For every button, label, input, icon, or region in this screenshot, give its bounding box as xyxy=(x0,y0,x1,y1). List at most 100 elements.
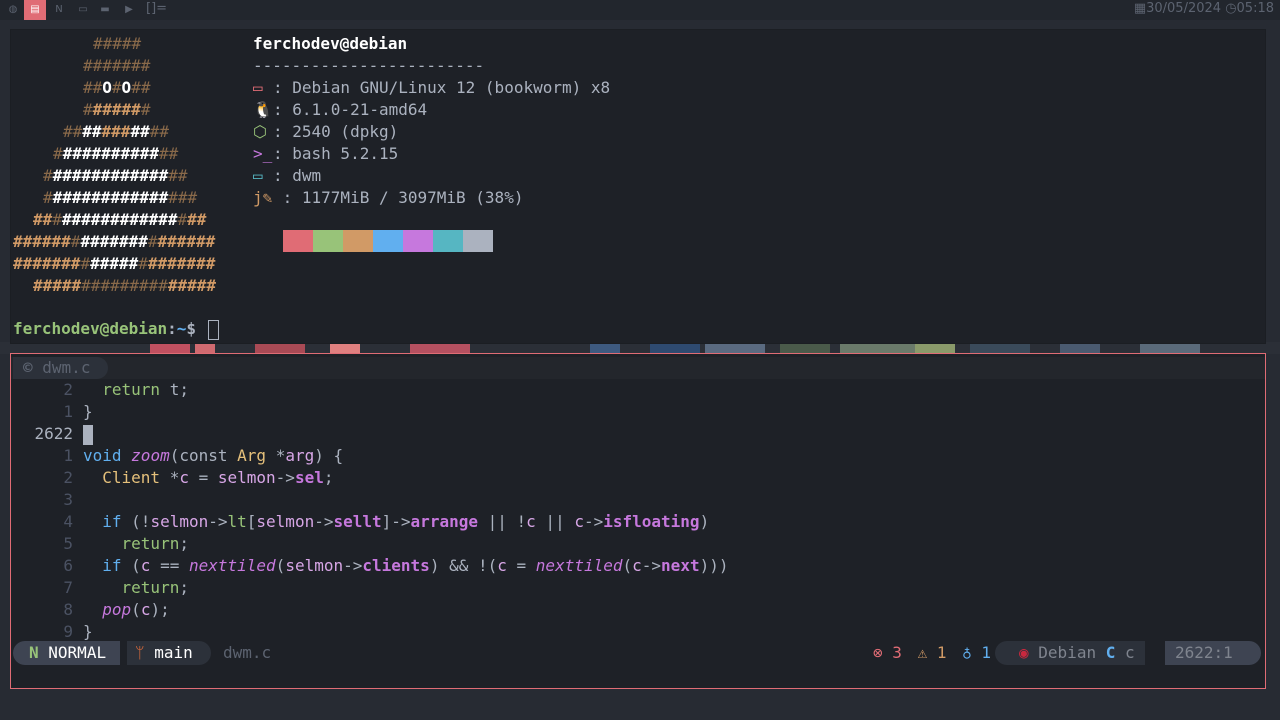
code-token: if xyxy=(102,556,122,575)
hint-icon: ♁ xyxy=(962,643,972,662)
line-number: 1 xyxy=(63,446,73,465)
time-text: 05:18 xyxy=(1236,1,1274,16)
terminal-window[interactable]: ##### ####### ##O#O## ####### ########### ###… xyxy=(10,29,1266,344)
neovim-icon[interactable]: N xyxy=(48,0,70,20)
info-value: : 6.1.0-21-amd64 xyxy=(273,100,428,119)
code-line[interactable]: 3 xyxy=(11,489,83,511)
info-line: >_: bash 5.2.15 xyxy=(253,143,398,165)
mode-label: NORMAL xyxy=(48,643,107,662)
os-indicator: ◉ Debian C c xyxy=(995,641,1145,665)
line-number: 4 xyxy=(63,512,73,531)
neofetch-title: ferchodev@debian xyxy=(253,33,407,55)
prompt-path: ~ xyxy=(176,319,187,338)
code-token: = xyxy=(188,468,218,487)
info-value: : 1177MiB / 3097MiB (38%) xyxy=(273,188,524,207)
c-language-icon: C xyxy=(1105,643,1116,662)
code-token: || xyxy=(535,512,575,531)
code-token: c xyxy=(179,468,189,487)
chat-icon[interactable]: ▭ xyxy=(72,0,94,20)
code-line[interactable]: 6 if (c == nexttiled(selmon->clients) &&… xyxy=(11,555,728,577)
code-token: return xyxy=(102,380,161,399)
code-line[interactable]: 8 pop(c); xyxy=(11,599,169,621)
code-token: = xyxy=(506,556,536,575)
code-token: ; xyxy=(179,534,189,553)
color-swatch xyxy=(433,230,463,252)
code-token: next xyxy=(661,556,700,575)
cursor-position: 2622:1 xyxy=(1165,641,1261,665)
shell-prompt[interactable]: ferchodev@debian:~$ xyxy=(13,318,219,340)
code-token: Arg xyxy=(237,446,267,465)
file-icon[interactable]: ▤ xyxy=(24,0,46,20)
code-line[interactable]: 2 return t; xyxy=(11,379,189,401)
info-value: : dwm xyxy=(273,166,322,185)
code-token: ; xyxy=(323,468,334,487)
clock: ▦30/05/2024 ◷05:18 xyxy=(1134,1,1274,16)
code-token: ) && !( xyxy=(429,556,498,575)
code-token: isfloating xyxy=(603,512,700,531)
code-token: } xyxy=(83,402,93,421)
info-value: : bash 5.2.15 xyxy=(273,144,399,163)
clock-icon: ◷ xyxy=(1225,1,1237,16)
mode-indicator: N NORMAL xyxy=(13,641,121,665)
code-token: sellt xyxy=(333,512,382,531)
code-token: -> xyxy=(641,556,662,575)
globe-icon[interactable]: ◍ xyxy=(2,0,24,20)
code-token: -> xyxy=(208,512,228,531)
code-token: zoom xyxy=(131,446,170,465)
buffer-tab[interactable]: © dwm.c xyxy=(13,357,109,379)
code-line[interactable]: 2 Client *c = selmon->sel; xyxy=(11,467,333,489)
color-swatch xyxy=(313,230,343,252)
code-line[interactable]: 9} xyxy=(11,621,92,643)
color-swatch xyxy=(403,230,433,252)
color-swatch xyxy=(283,230,313,252)
code-token: arrange xyxy=(410,512,478,531)
line-number: 1 xyxy=(63,402,73,421)
line-number: 6 xyxy=(63,556,73,575)
language-label: c xyxy=(1125,643,1135,662)
code-token: || ! xyxy=(477,512,527,531)
code-token: if xyxy=(102,512,122,531)
at-sign: @ xyxy=(339,34,350,53)
code-token: c xyxy=(574,512,584,531)
code-token: c xyxy=(526,512,536,531)
prompt-user-host: ferchodev@debian xyxy=(13,319,168,338)
terminal-icon: >_ xyxy=(253,144,273,163)
text-cursor xyxy=(207,319,219,340)
code-token: nexttiled xyxy=(188,556,276,575)
code-token: nexttiled xyxy=(535,556,623,575)
code-token: selmon xyxy=(217,468,276,487)
line-number: 2622 xyxy=(34,424,73,443)
date-text: 30/05/2024 xyxy=(1146,1,1222,16)
color-swatch xyxy=(373,230,403,252)
code-line[interactable]: 1 void zoom(const Arg *arg) { xyxy=(11,445,343,467)
neofetch-separator: ------------------------ xyxy=(253,56,485,75)
error-count: 3 xyxy=(892,643,902,662)
color-swatch xyxy=(463,230,493,252)
code-token: ( xyxy=(622,556,633,575)
code-line[interactable]: 4 if (!selmon->lt[selmon->sellt]->arrang… xyxy=(11,511,709,533)
line-number: 9 xyxy=(63,622,73,641)
video-icon[interactable]: ▶ xyxy=(118,0,140,20)
code-line[interactable]: 1} xyxy=(11,401,93,423)
neovim-icon: N xyxy=(29,643,39,662)
user-name: ferchodev xyxy=(253,34,340,53)
line-number: 7 xyxy=(63,578,73,597)
code-token: ) { xyxy=(314,446,344,465)
code-line[interactable]: 5 return; xyxy=(11,533,189,555)
prompt-symbol: $ xyxy=(186,319,206,338)
status-file-name: dwm.c xyxy=(223,643,272,662)
code-line[interactable]: 7 return; xyxy=(11,577,189,599)
info-line: ⬡: 2540 (dpkg) xyxy=(253,121,398,143)
line-number: 5 xyxy=(63,534,73,553)
neovim-window[interactable]: © dwm.c 2 return t; 1} 2622 1 void zoom(cons… xyxy=(10,353,1266,689)
code-line[interactable]: 2622 xyxy=(11,423,93,445)
code-token: ( xyxy=(275,556,286,575)
code-token: return xyxy=(121,534,180,553)
folder-icon[interactable]: ▬ xyxy=(94,0,116,20)
code-token: clients xyxy=(362,556,430,575)
debian-icon: ◉ xyxy=(1019,643,1029,662)
code-token: -> xyxy=(314,512,334,531)
layout-symbol[interactable]: []= xyxy=(146,1,167,16)
warning-icon: ⚠ xyxy=(917,643,928,662)
